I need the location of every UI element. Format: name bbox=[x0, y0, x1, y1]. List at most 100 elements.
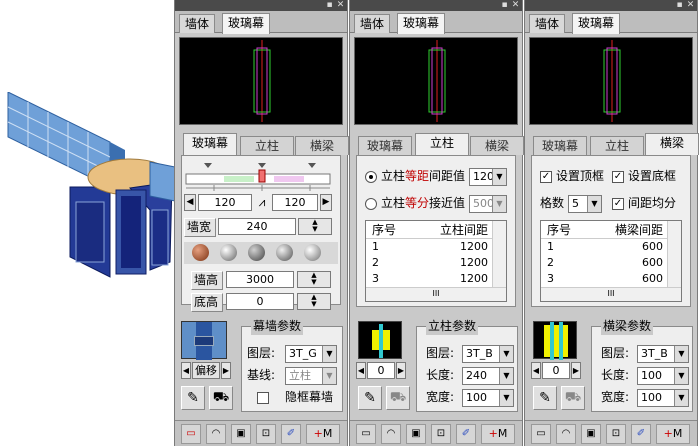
slider-right-value[interactable]: 120 bbox=[272, 194, 318, 211]
table-row[interactable]: 3 600 bbox=[541, 271, 681, 283]
even-spacing-checkbox[interactable]: ✓ bbox=[612, 198, 624, 210]
arc-wall-icon[interactable]: ◠ bbox=[556, 424, 576, 444]
base-height-spinner[interactable]: ▲ ▼ bbox=[297, 293, 331, 310]
wall-height-spinner[interactable]: ▲ ▼ bbox=[297, 271, 331, 288]
spin-value[interactable]: 0 bbox=[542, 362, 570, 379]
frame-wall-icon[interactable]: ⊡ bbox=[606, 424, 626, 444]
equal-divide-radio[interactable] bbox=[365, 198, 377, 210]
offset-next[interactable]: ▶ bbox=[221, 362, 231, 379]
pin-icon[interactable]: ▪ bbox=[499, 0, 510, 11]
hidden-frame-checkbox[interactable] bbox=[257, 392, 269, 404]
slider-left-value[interactable]: 120 bbox=[198, 194, 252, 211]
mullion-spacing-table[interactable]: 序号 立柱间距 1 1200 2 1200 3 1200 III bbox=[365, 220, 507, 302]
top-frame-checkbox[interactable]: ✓ bbox=[540, 171, 552, 183]
width-select[interactable]: 100 ▼ bbox=[637, 389, 689, 407]
tab-mullion[interactable]: 立柱 bbox=[240, 136, 294, 155]
equal-spacing-select[interactable]: 120 ▼ bbox=[469, 168, 507, 186]
tab-transom[interactable]: 横梁 bbox=[470, 136, 524, 155]
mirror-icon[interactable]: ⩘ bbox=[254, 194, 270, 211]
edit-tool-icon[interactable]: ✎ bbox=[181, 386, 205, 410]
equal-spacing-radio[interactable] bbox=[365, 171, 377, 183]
tab-transom[interactable]: 横梁 bbox=[295, 136, 349, 155]
vertical-scrollbar[interactable] bbox=[492, 221, 506, 287]
horizontal-scrollbar[interactable]: III bbox=[366, 287, 506, 301]
bottom-frame-checkbox[interactable]: ✓ bbox=[612, 171, 624, 183]
cart-tool-icon[interactable]: ⛟ bbox=[386, 386, 410, 410]
table-row[interactable]: 2 600 bbox=[541, 255, 681, 271]
material-metal-icon[interactable] bbox=[304, 244, 321, 261]
picker-icon[interactable]: ✐ bbox=[631, 424, 651, 444]
offset-prev[interactable]: ◀ bbox=[181, 362, 191, 379]
add-mark-icon[interactable]: +M bbox=[481, 424, 515, 444]
spin-next[interactable]: ▶ bbox=[396, 362, 406, 379]
rect-wall-icon[interactable]: ▣ bbox=[581, 424, 601, 444]
vertical-scrollbar[interactable] bbox=[667, 221, 681, 287]
tab-wall[interactable]: 墙体 bbox=[179, 14, 216, 33]
frame-wall-icon[interactable]: ⊡ bbox=[431, 424, 451, 444]
pin-icon[interactable]: ▪ bbox=[324, 0, 335, 11]
layer-select[interactable]: 3T_B ▼ bbox=[637, 345, 689, 363]
tab-glass-curtain[interactable]: 玻璃幕 bbox=[222, 13, 271, 34]
tab-glass[interactable]: 玻璃幕 bbox=[183, 133, 237, 155]
material-glass-icon[interactable] bbox=[276, 244, 293, 261]
table-row[interactable]: 3 1200 bbox=[366, 271, 506, 283]
tab-glass[interactable]: 玻璃幕 bbox=[358, 136, 412, 155]
tab-mullion[interactable]: 立柱 bbox=[590, 136, 644, 155]
wall-width-spinner[interactable]: ▲ ▼ bbox=[298, 218, 332, 235]
arc-wall-icon[interactable]: ◠ bbox=[206, 424, 226, 444]
base-height-input[interactable]: 0 bbox=[226, 293, 294, 310]
rect-wall-icon[interactable]: ▣ bbox=[406, 424, 426, 444]
straight-wall-icon[interactable]: ▭ bbox=[356, 424, 376, 444]
straight-wall-icon[interactable]: ▭ bbox=[531, 424, 551, 444]
count-select[interactable]: 5 ▼ bbox=[568, 195, 602, 213]
slider-track[interactable] bbox=[184, 162, 338, 192]
picker-icon[interactable]: ✐ bbox=[456, 424, 476, 444]
frame-wall-icon[interactable]: ⊡ bbox=[256, 424, 276, 444]
wall-height-input[interactable]: 3000 bbox=[226, 271, 294, 288]
layer-select[interactable]: 3T_G ▼ bbox=[285, 345, 337, 363]
tab-glass-curtain[interactable]: 玻璃幕 bbox=[572, 13, 621, 34]
tab-glass[interactable]: 玻璃幕 bbox=[533, 136, 587, 155]
picker-icon[interactable]: ✐ bbox=[281, 424, 301, 444]
table-row[interactable]: 1 600 bbox=[541, 239, 681, 255]
tab-mullion[interactable]: 立柱 bbox=[415, 133, 469, 155]
transom-spacing-table[interactable]: 序号 横梁间距 1 600 2 600 3 600 III bbox=[540, 220, 682, 302]
spin-prev[interactable]: ◀ bbox=[356, 362, 366, 379]
cart-tool-icon[interactable]: ⛟ bbox=[561, 386, 585, 410]
spin-prev[interactable]: ◀ bbox=[531, 362, 541, 379]
material-wood-icon[interactable] bbox=[192, 244, 209, 261]
close-icon[interactable]: ✕ bbox=[510, 0, 521, 11]
wall-width-input[interactable]: 240 bbox=[218, 218, 296, 235]
offset-button[interactable]: 偏移 bbox=[192, 362, 220, 379]
add-mark-icon[interactable]: +M bbox=[306, 424, 340, 444]
close-icon[interactable]: ✕ bbox=[335, 0, 346, 11]
spin-value[interactable]: 0 bbox=[367, 362, 395, 379]
slider-right-arrow[interactable]: ▶ bbox=[320, 194, 332, 211]
horizontal-scrollbar[interactable]: III bbox=[541, 287, 681, 301]
layer-select[interactable]: 3T_B ▼ bbox=[462, 345, 514, 363]
table-row[interactable]: 1 1200 bbox=[366, 239, 506, 255]
close-icon[interactable]: ✕ bbox=[685, 0, 696, 11]
pin-icon[interactable]: ▪ bbox=[674, 0, 685, 11]
edit-tool-icon[interactable]: ✎ bbox=[358, 386, 382, 410]
slider-left-arrow[interactable]: ◀ bbox=[184, 194, 196, 211]
tab-glass-curtain[interactable]: 玻璃幕 bbox=[397, 13, 446, 34]
equal-divide-select[interactable]: 500 ▼ bbox=[469, 195, 507, 213]
tab-wall[interactable]: 墙体 bbox=[529, 14, 566, 33]
baseline-select[interactable]: 立柱 ▼ bbox=[285, 367, 337, 385]
cart-tool-icon[interactable]: ⛟ bbox=[209, 386, 233, 410]
edit-tool-icon[interactable]: ✎ bbox=[533, 386, 557, 410]
material-steel-icon[interactable] bbox=[220, 244, 237, 261]
material-dark-icon[interactable] bbox=[248, 244, 265, 261]
width-select[interactable]: 100 ▼ bbox=[462, 389, 514, 407]
spin-next[interactable]: ▶ bbox=[571, 362, 581, 379]
arc-wall-icon[interactable]: ◠ bbox=[381, 424, 401, 444]
table-row[interactable]: 2 1200 bbox=[366, 255, 506, 271]
tab-wall[interactable]: 墙体 bbox=[354, 14, 391, 33]
tab-transom[interactable]: 横梁 bbox=[645, 133, 699, 155]
straight-wall-icon[interactable]: ▭ bbox=[181, 424, 201, 444]
length-select[interactable]: 100 ▼ bbox=[637, 367, 689, 385]
add-mark-icon[interactable]: +M bbox=[656, 424, 690, 444]
length-select[interactable]: 240 ▼ bbox=[462, 367, 514, 385]
rect-wall-icon[interactable]: ▣ bbox=[231, 424, 251, 444]
